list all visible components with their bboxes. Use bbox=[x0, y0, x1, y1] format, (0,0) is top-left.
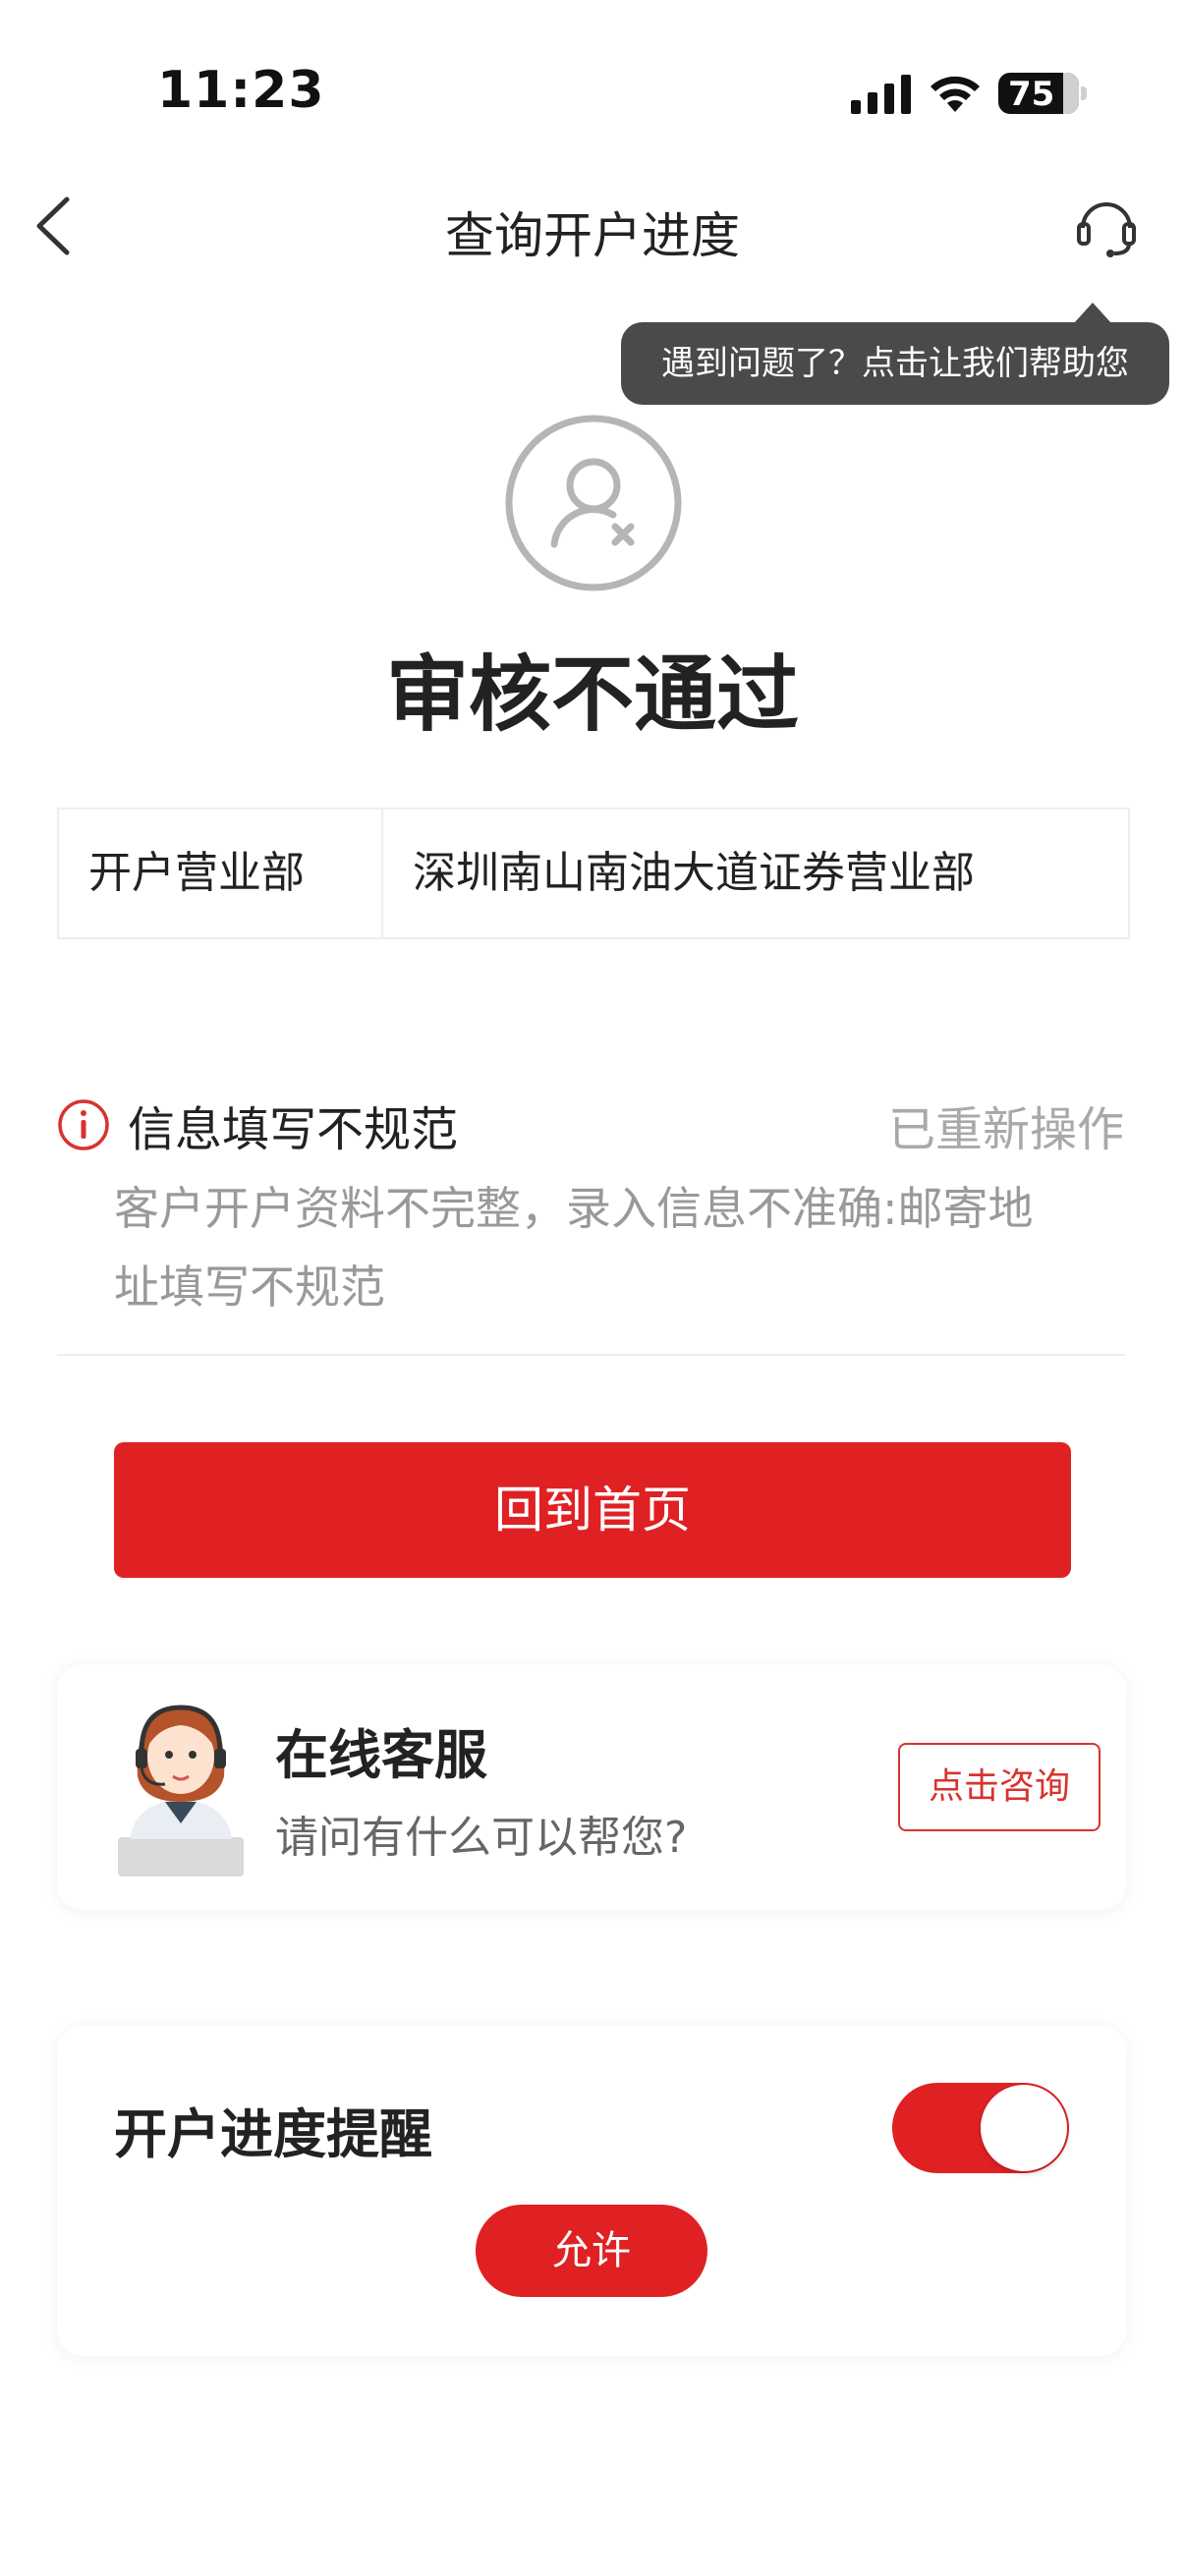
battery-level: 75 bbox=[1008, 75, 1055, 114]
result-title: 审核不通过 bbox=[385, 646, 799, 743]
tooltip-arrow bbox=[1073, 303, 1112, 324]
cellular-signal-icon bbox=[851, 75, 911, 114]
rejection-reason-title: 信息填写不规范 bbox=[128, 1102, 459, 1157]
service-title: 在线客服 bbox=[275, 1724, 487, 1786]
allow-button[interactable]: 允许 bbox=[476, 2205, 707, 2297]
battery-tip bbox=[1081, 86, 1087, 100]
reminder-toggle[interactable] bbox=[892, 2083, 1069, 2173]
branch-info-row: 开户营业部 深圳南山南油大道证券营业部 bbox=[57, 808, 1130, 939]
page-title: 查询开户进度 bbox=[445, 207, 740, 264]
wifi-icon bbox=[931, 76, 980, 112]
reminder-title: 开户进度提醒 bbox=[114, 2103, 432, 2165]
toggle-knob bbox=[981, 2085, 1067, 2171]
branch-label: 开户营业部 bbox=[59, 810, 383, 937]
battery-icon: 75 bbox=[998, 73, 1079, 114]
rejection-reason-status: 已重新操作 bbox=[887, 1102, 1124, 1157]
rejection-reason-description: 客户开户资料不完整，录入信息不准确:邮寄地址填写不规范 bbox=[114, 1182, 1034, 1314]
info-alert-icon bbox=[58, 1099, 109, 1150]
consult-button[interactable]: 点击咨询 bbox=[898, 1743, 1100, 1831]
branch-value: 深圳南山南油大道证券营业部 bbox=[413, 848, 975, 898]
back-to-home-button[interactable]: 回到首页 bbox=[114, 1442, 1071, 1578]
service-subtitle: 请问有什么可以帮您? bbox=[275, 1813, 688, 1863]
divider bbox=[57, 1354, 1126, 1356]
progress-reminder-card: 开户进度提醒 允许 bbox=[57, 2026, 1126, 2356]
customer-service-headset-icon[interactable] bbox=[1075, 193, 1138, 259]
service-agent-avatar bbox=[118, 1705, 244, 1876]
page: 11:23 75 查询开户进度 遇到问题了？点击让我们帮助您 审核不通过 开户营… bbox=[0, 0, 1185, 2576]
online-service-card: 在线客服 请问有什么可以帮您? 点击咨询 bbox=[57, 1664, 1126, 1910]
help-tooltip[interactable]: 遇到问题了？点击让我们帮助您 bbox=[621, 322, 1169, 405]
status-bar: 11:23 75 bbox=[0, 0, 1185, 177]
user-reject-icon bbox=[505, 415, 682, 591]
status-time: 11:23 bbox=[157, 61, 325, 120]
